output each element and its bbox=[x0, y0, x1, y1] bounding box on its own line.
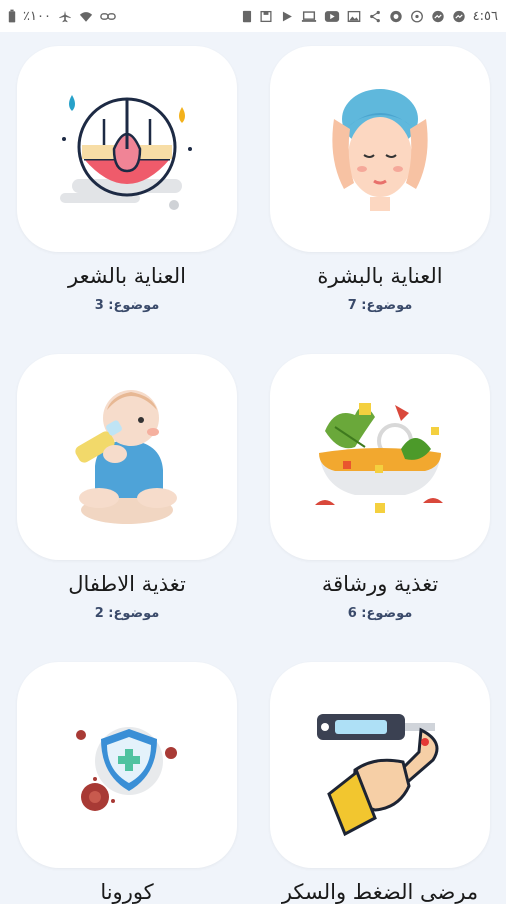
airplane-icon bbox=[59, 10, 71, 22]
laptop-icon bbox=[301, 10, 316, 22]
app-icon bbox=[389, 10, 402, 22]
category-title: العناية بالبشرة bbox=[317, 264, 443, 288]
category-card-child-nutrition[interactable]: تغذية الاطفال موضوع: 2 bbox=[17, 354, 237, 621]
category-title: العناية بالشعر bbox=[68, 264, 186, 288]
category-card-corona[interactable]: كورونا bbox=[17, 662, 237, 904]
category-tile[interactable] bbox=[270, 354, 490, 560]
category-count: موضوع: 3 bbox=[94, 298, 160, 313]
category-card-skin-care[interactable]: العناية بالبشرة موضوع: 7 bbox=[270, 46, 490, 313]
wifi-icon bbox=[79, 11, 93, 22]
category-title: كورونا bbox=[100, 880, 154, 904]
category-grid: العناية بالبشرة موضوع: 7 العناية بالشعر … bbox=[0, 32, 506, 904]
location-icon bbox=[410, 10, 423, 22]
category-tile[interactable] bbox=[17, 662, 237, 868]
status-left: ٪١٠٠ bbox=[8, 9, 116, 24]
status-bar: ٪١٠٠ ٤:٥٦ bbox=[0, 0, 506, 32]
category-tile[interactable] bbox=[17, 354, 237, 560]
battery-percent: ٪١٠٠ bbox=[23, 8, 51, 24]
hair-follicle-icon bbox=[60, 95, 192, 210]
status-right: ٤:٥٦ bbox=[242, 9, 498, 24]
play-store-icon bbox=[282, 11, 292, 21]
battery-icon bbox=[8, 9, 16, 23]
share-icon bbox=[369, 10, 380, 22]
youtube-icon bbox=[324, 10, 339, 22]
category-count: موضوع: 2 bbox=[94, 606, 160, 621]
category-title: تغذية الاطفال bbox=[68, 572, 186, 596]
category-card-pressure-diabetes[interactable]: مرضى الضغط والسكر bbox=[270, 662, 490, 904]
category-card-nutrition-fitness[interactable]: تغذية ورشاقة موضوع: 6 bbox=[270, 354, 490, 621]
category-tile[interactable] bbox=[270, 662, 490, 868]
category-tile[interactable] bbox=[17, 46, 237, 252]
category-card-hair-care[interactable]: العناية بالشعر موضوع: 3 bbox=[17, 46, 237, 313]
sim-icon bbox=[242, 10, 251, 22]
link-icon bbox=[100, 12, 116, 20]
messenger-icon bbox=[431, 10, 444, 22]
save-icon bbox=[260, 10, 272, 22]
baby-bottle-icon bbox=[75, 390, 177, 524]
category-title: تغذية ورشاقة bbox=[321, 572, 439, 596]
salad-bowl-icon bbox=[315, 403, 443, 513]
clock: ٤:٥٦ bbox=[472, 8, 498, 24]
category-title: مرضى الضغط والسكر bbox=[281, 880, 479, 904]
category-tile[interactable] bbox=[270, 46, 490, 252]
category-count: موضوع: 6 bbox=[347, 606, 413, 621]
face-massage-icon bbox=[332, 89, 428, 211]
image-icon bbox=[347, 10, 361, 22]
category-count: موضوع: 7 bbox=[347, 298, 413, 313]
messenger-icon-2 bbox=[452, 10, 465, 22]
glucose-meter-icon bbox=[317, 714, 439, 837]
virus-shield-icon bbox=[76, 727, 177, 811]
